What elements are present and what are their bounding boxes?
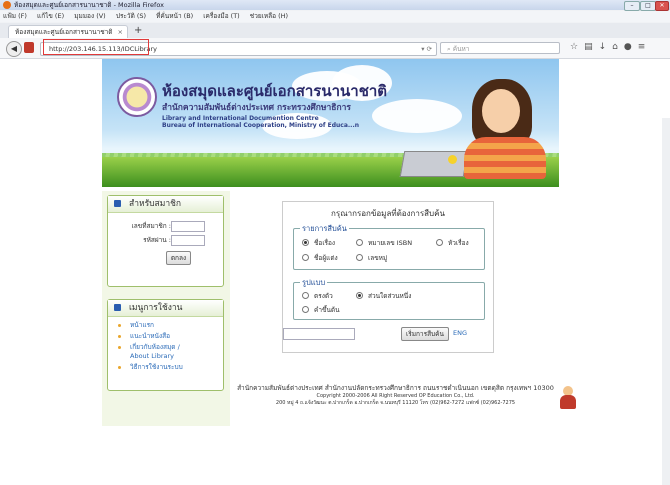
menu-item-home[interactable]: หน้าแรก bbox=[116, 321, 223, 330]
member-id-label: เลขที่สมาชิก : bbox=[131, 222, 171, 230]
home-icon[interactable]: ⌂ bbox=[612, 42, 624, 52]
menu-heading: เมนูการใช้งาน bbox=[108, 300, 223, 317]
bookmarks-list-icon[interactable]: ▤ bbox=[584, 42, 599, 52]
search-placeholder: ค้นหา bbox=[452, 45, 470, 53]
menu-item-how-to-use[interactable]: วิธีการใช้งานระบบ bbox=[116, 363, 223, 372]
search-prompt: กรุณากรอกข้อมูลที่ต้องการสืบค้น bbox=[331, 209, 445, 218]
toolbar-icons: ☆▤↓⌂●≡ bbox=[570, 42, 651, 52]
password-input[interactable] bbox=[171, 235, 205, 246]
search-field-fieldset: รายการสืบค้น ชื่อเรื่อง หมายเลข ISBN หัว… bbox=[293, 223, 485, 270]
back-button[interactable]: ◀ bbox=[6, 41, 22, 57]
page-viewport: ห้องสมุดและศูนย์เอกสารนานาชาติ สำนักความ… bbox=[0, 59, 670, 485]
browser-window: ห้องสมุดและศูนย์เอกสารนานาชาติ - Mozilla… bbox=[0, 0, 670, 485]
radio-subject[interactable]: หัวเรื่อง bbox=[436, 238, 469, 248]
start-search-button[interactable]: เริ่มการสืบค้น bbox=[401, 327, 449, 341]
menu-list: หน้าแรก แนะนำหนังสือ เกี่ยวกับห้องสมุด /… bbox=[108, 317, 223, 372]
menu-box: เมนูการใช้งาน หน้าแรก แนะนำหนังสือ เกี่ย… bbox=[107, 299, 224, 391]
menu-file[interactable]: แฟ้ม (F) bbox=[3, 12, 27, 20]
chat-icon[interactable]: ● bbox=[624, 42, 638, 52]
menu-item-about-library[interactable]: เกี่ยวกับห้องสมุด / About Library bbox=[116, 343, 223, 361]
menu-bar: แฟ้ม (F) แก้ไข (E) มุมมอง (V) ประวัติ (S… bbox=[0, 11, 670, 22]
close-window-button[interactable]: ✕ bbox=[655, 1, 669, 11]
header-banner: ห้องสมุดและศูนย์เอกสารนานาชาติ สำนักความ… bbox=[102, 59, 559, 187]
menu-icon[interactable]: ≡ bbox=[638, 42, 652, 52]
tab-label: ห้องสมุดและศูนย์เอกสารนานาชาติ bbox=[15, 28, 113, 36]
member-box: สำหรับสมาชิก เลขที่สมาชิก : รหัสผ่าน : ต… bbox=[107, 195, 224, 287]
footer-address: สำนักความสัมพันธ์ต่างประเทศ สำนักงานปลัด… bbox=[237, 384, 554, 392]
radio-partial[interactable]: ส่วนใดส่วนหนึ่ง bbox=[356, 291, 411, 301]
login-button[interactable]: ตกลง bbox=[165, 251, 192, 265]
minimize-button[interactable]: – bbox=[624, 1, 640, 11]
title-bar: ห้องสมุดและศูนย์เอกสารนานาชาติ - Mozilla… bbox=[0, 0, 670, 11]
security-icon[interactable] bbox=[24, 42, 34, 53]
search-panel: กรุณากรอกข้อมูลที่ต้องการสืบค้น รายการสื… bbox=[282, 201, 494, 353]
laptop-illustration bbox=[399, 151, 469, 177]
window-title: ห้องสมุดและศูนย์เอกสารนานาชาติ - Mozilla… bbox=[14, 1, 164, 9]
tab-library[interactable]: ห้องสมุดและศูนย์เอกสารนานาชาติ × bbox=[8, 25, 128, 38]
left-sidebar: สำหรับสมาชิก เลขที่สมาชิก : รหัสผ่าน : ต… bbox=[102, 191, 230, 426]
site-title-en: Library and International Documention Ce… bbox=[162, 115, 319, 122]
menu-tools[interactable]: เครื่องมือ (T) bbox=[203, 12, 239, 20]
reload-icon[interactable]: ▾ ⟳ bbox=[421, 43, 432, 55]
radio-title[interactable]: ชื่อเรื่อง bbox=[302, 238, 335, 248]
menu-bookmarks[interactable]: ที่คั่นหน้า (B) bbox=[156, 12, 193, 20]
bullet-icon bbox=[114, 200, 121, 207]
menu-heading-text: เมนูการใช้งาน bbox=[129, 303, 183, 313]
flower-illustration bbox=[448, 155, 457, 164]
ministry-seal-logo bbox=[117, 77, 157, 117]
contact-person-icon bbox=[560, 386, 576, 410]
match-type-legend: รูปแบบ bbox=[300, 277, 328, 289]
footer: สำนักความสัมพันธ์ต่างประเทศ สำนักงานปลัด… bbox=[232, 379, 559, 424]
radio-call-number[interactable]: เลขหมู่ bbox=[356, 253, 387, 263]
firefox-icon bbox=[3, 1, 11, 9]
menu-edit[interactable]: แก้ไข (E) bbox=[37, 12, 64, 20]
site-subtitle-en: Bureau of International Cooperation, Min… bbox=[162, 122, 359, 129]
search-field-legend: รายการสืบค้น bbox=[300, 223, 349, 235]
site-subtitle-th: สำนักความสัมพันธ์ต่างประเทศ กระทรวงศึกษา… bbox=[162, 103, 351, 113]
new-tab-button[interactable]: + bbox=[134, 25, 142, 37]
search-keyword-input[interactable] bbox=[283, 328, 355, 340]
password-label: รหัสผ่าน : bbox=[143, 236, 171, 244]
bookmark-star-icon[interactable]: ☆ bbox=[570, 42, 584, 52]
url-highlight-box bbox=[43, 39, 149, 55]
footer-contact: 200 หมู่ 4 ถ.แจ้งวัฒนะ ต.ปากเกร็ด อ.ปากเ… bbox=[275, 400, 516, 406]
menu-help[interactable]: ช่วยเหลือ (H) bbox=[250, 12, 288, 20]
radio-isbn[interactable]: หมายเลข ISBN bbox=[356, 238, 412, 248]
vertical-scrollbar[interactable] bbox=[662, 118, 670, 485]
english-link[interactable]: ENG bbox=[453, 329, 467, 337]
menu-view[interactable]: มุมมอง (V) bbox=[74, 12, 106, 20]
radio-prefix[interactable]: คำขึ้นต้น bbox=[302, 305, 340, 315]
member-heading: สำหรับสมาชิก bbox=[108, 196, 223, 213]
member-heading-text: สำหรับสมาชิก bbox=[129, 199, 182, 209]
member-id-input[interactable] bbox=[171, 221, 205, 232]
bullet-icon bbox=[114, 304, 121, 311]
site-container: ห้องสมุดและศูนย์เอกสารนานาชาติ สำนักความ… bbox=[102, 59, 576, 426]
maximize-button[interactable]: □ bbox=[640, 1, 656, 11]
search-input[interactable]: ⌕ ค้นหา bbox=[440, 42, 560, 54]
tab-bar: ห้องสมุดและศูนย์เอกสารนานาชาติ × + bbox=[0, 23, 670, 38]
search-area: กรุณากรอกข้อมูลที่ต้องการสืบค้น รายการสื… bbox=[232, 191, 559, 366]
radio-author[interactable]: ชื่อผู้แต่ง bbox=[302, 253, 338, 263]
menu-history[interactable]: ประวัติ (S) bbox=[116, 12, 146, 20]
navigation-bar: ◀ http://203.146.15.113/IDCLibrary ▾ ⟳ ⌕… bbox=[0, 38, 670, 59]
menu-item-recommended-books[interactable]: แนะนำหนังสือ bbox=[116, 332, 223, 341]
radio-exact[interactable]: ตรงตัว bbox=[302, 291, 333, 301]
match-type-fieldset: รูปแบบ ตรงตัว ส่วนใดส่วนหนึ่ง คำขึ้นต้น bbox=[293, 277, 485, 320]
download-icon[interactable]: ↓ bbox=[599, 42, 613, 52]
